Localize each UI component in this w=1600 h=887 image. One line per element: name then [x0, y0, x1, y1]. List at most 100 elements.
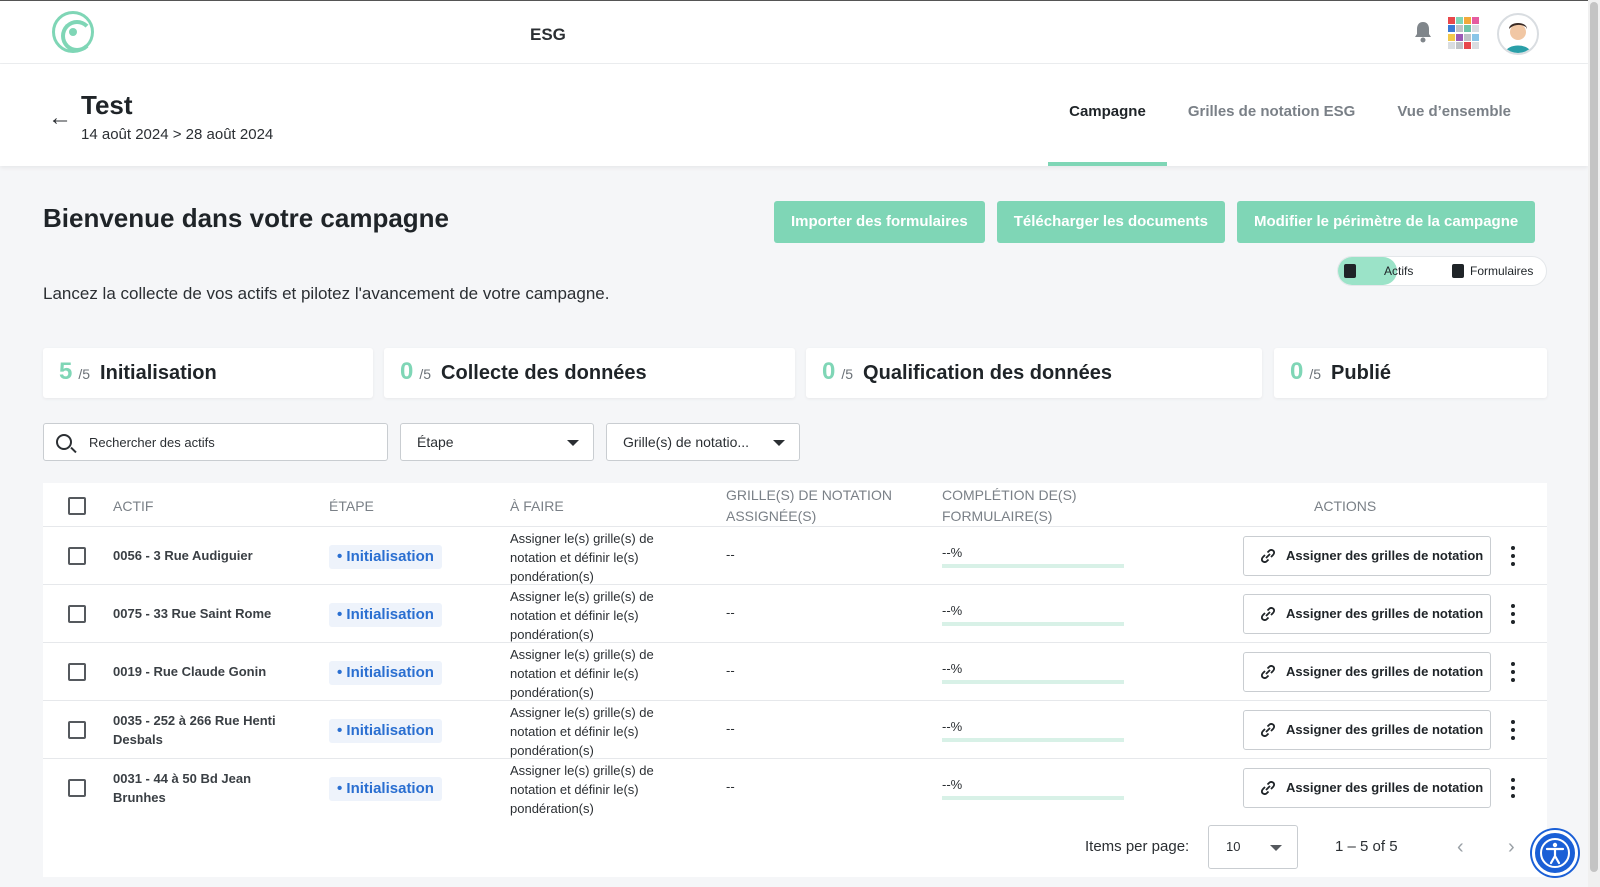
completion-progress-bar [942, 796, 1124, 800]
table-row[interactable]: 0075 - 33 Rue Saint Rome • Initialisatio… [43, 585, 1547, 643]
assign-grids-button[interactable]: Assigner des grilles de notation [1243, 710, 1491, 750]
table-row[interactable]: 0019 - Rue Claude Gonin • Initialisation… [43, 643, 1547, 701]
assign-grids-label: Assigner des grilles de notation [1286, 548, 1484, 563]
grid-filter-select[interactable]: Grille(s) de notatio... [606, 423, 800, 461]
assign-grids-button[interactable]: Assigner des grilles de notation [1243, 652, 1491, 692]
user-avatar-icon [1505, 23, 1531, 53]
completion-value: --% [942, 777, 963, 792]
header-actif[interactable]: ACTIF [113, 496, 153, 517]
toggle-forms-label: Formulaires [1470, 264, 1534, 278]
link-icon [1260, 549, 1276, 563]
select-all-checkbox[interactable] [68, 497, 86, 515]
stage-filter-value: Étape [417, 434, 454, 450]
row-checkbox[interactable] [68, 547, 86, 565]
assign-grids-button[interactable]: Assigner des grilles de notation [1243, 536, 1491, 576]
accessibility-icon[interactable] [1532, 830, 1578, 876]
apps-grid-icon[interactable] [1448, 17, 1480, 49]
import-forms-button[interactable]: Importer des formulaires [774, 201, 985, 243]
stage-count: 0 [822, 358, 836, 385]
assign-grids-label: Assigner des grilles de notation [1286, 664, 1484, 679]
table-header: ACTIF ÉTAPE À FAIRE GRILLE(S) DE NOTATIO… [43, 483, 1547, 527]
page-title: Bienvenue dans votre campagne [43, 203, 450, 233]
header-etape[interactable]: ÉTAPE [329, 496, 374, 517]
grid-filter-value: Grille(s) de notatio... [623, 434, 750, 450]
asset-name[interactable]: 0075 - 33 Rue Saint Rome [113, 604, 303, 623]
completion-progress-bar [942, 622, 1124, 626]
toggle-forms[interactable]: Formulaires [1442, 257, 1533, 285]
assigned-grids: -- [726, 721, 735, 736]
asset-name[interactable]: 0056 - 3 Rue Audiguier [113, 546, 303, 565]
modify-scope-button[interactable]: Modifier le périmètre de la campagne [1236, 201, 1536, 243]
asset-name[interactable]: 0019 - Rue Claude Gonin [113, 662, 303, 681]
scrollbar-thumb[interactable] [1590, 2, 1598, 872]
assigned-grids: -- [726, 605, 735, 620]
tab-vue-ensemble[interactable]: Vue d’ensemble [1376, 64, 1532, 166]
table-row[interactable]: 0035 - 252 à 266 Rue Henti Desbals • Ini… [43, 701, 1547, 759]
search-icon [56, 434, 72, 450]
stage-filter-select[interactable]: Étape [400, 423, 594, 461]
stage-total: /5 [78, 366, 91, 382]
row-checkbox[interactable] [68, 605, 86, 623]
tab-bar: Campagne Grilles de notation ESG Vue d’e… [1048, 64, 1532, 166]
assign-grids-button[interactable]: Assigner des grilles de notation [1243, 594, 1491, 634]
accessibility-figure-icon [1540, 838, 1570, 868]
search-input[interactable] [89, 424, 379, 460]
assign-grids-button[interactable]: Assigner des grilles de notation [1243, 768, 1491, 808]
building-icon [1344, 264, 1356, 278]
clipboard-icon [1452, 264, 1464, 278]
todo-text: Assigner le(s) grille(s) de notation et … [510, 589, 654, 642]
stage-total: /5 [419, 366, 432, 382]
table-row[interactable]: 0031 - 44 à 50 Bd Jean Brunhes • Initial… [43, 759, 1547, 817]
row-checkbox[interactable] [68, 721, 86, 739]
assigned-grids: -- [726, 547, 735, 562]
bell-icon[interactable] [1413, 21, 1433, 43]
stage-count: 0 [400, 358, 414, 385]
caret-down-icon [567, 440, 579, 446]
completion-value: --% [942, 603, 963, 618]
back-arrow-icon[interactable]: ← [48, 104, 72, 132]
campaign-title: Test [81, 90, 133, 120]
assign-grids-label: Assigner des grilles de notation [1286, 606, 1484, 621]
assigned-grids: -- [726, 663, 735, 678]
link-icon [1260, 665, 1276, 679]
todo-text: Assigner le(s) grille(s) de notation et … [510, 531, 654, 584]
row-checkbox[interactable] [68, 779, 86, 797]
next-page-icon[interactable]: › [1508, 836, 1515, 859]
stage-total: /5 [1309, 366, 1322, 382]
avatar[interactable] [1497, 13, 1539, 55]
todo-text: Assigner le(s) grille(s) de notation et … [510, 763, 654, 816]
app-logo[interactable] [52, 11, 94, 53]
status-badge: • Initialisation [329, 661, 442, 685]
header-grilles[interactable]: GRILLE(S) DE NOTATION ASSIGNÉE(S) [726, 485, 906, 527]
table-row[interactable]: 0056 - 3 Rue Audiguier • Initialisation … [43, 527, 1547, 585]
asset-name[interactable]: 0035 - 252 à 266 Rue Henti Desbals [113, 711, 303, 749]
items-per-page-select[interactable]: 10 [1208, 825, 1298, 869]
row-checkbox[interactable] [68, 663, 86, 681]
campaign-header: ← Test 14 août 2024 > 28 août 2024 Campa… [0, 64, 1588, 166]
stage-label: Qualification des données [863, 362, 1112, 384]
tab-grilles-notation[interactable]: Grilles de notation ESG [1167, 64, 1377, 166]
assign-grids-label: Assigner des grilles de notation [1286, 722, 1484, 737]
stage-card-qualification[interactable]: 0 /5 Qualification des données [806, 348, 1262, 398]
more-options-icon[interactable] [1505, 718, 1521, 742]
caret-down-icon [773, 440, 785, 446]
more-options-icon[interactable] [1505, 544, 1521, 568]
download-documents-button[interactable]: Télécharger les documents [996, 201, 1225, 243]
header-completion[interactable]: COMPLÉTION DE(S) FORMULAIRE(S) [942, 485, 1102, 527]
link-icon [1260, 781, 1276, 795]
tab-campagne[interactable]: Campagne [1048, 64, 1167, 166]
previous-page-icon[interactable]: ‹ [1457, 836, 1464, 859]
asset-name[interactable]: 0031 - 44 à 50 Bd Jean Brunhes [113, 769, 303, 807]
scrollbar[interactable] [1588, 0, 1600, 887]
header-a-faire[interactable]: À FAIRE [510, 496, 564, 517]
stage-card-collecte[interactable]: 0 /5 Collecte des données [384, 348, 795, 398]
stage-card-initialisation[interactable]: 5 /5 Initialisation [43, 348, 373, 398]
stage-card-publie[interactable]: 0 /5 Publié [1274, 348, 1547, 398]
stage-total: /5 [841, 366, 854, 382]
status-badge: • Initialisation [329, 545, 442, 569]
more-options-icon[interactable] [1505, 602, 1521, 626]
more-options-icon[interactable] [1505, 660, 1521, 684]
more-options-icon[interactable] [1505, 776, 1521, 800]
completion-value: --% [942, 545, 963, 560]
top-bar: ESG [0, 0, 1588, 64]
